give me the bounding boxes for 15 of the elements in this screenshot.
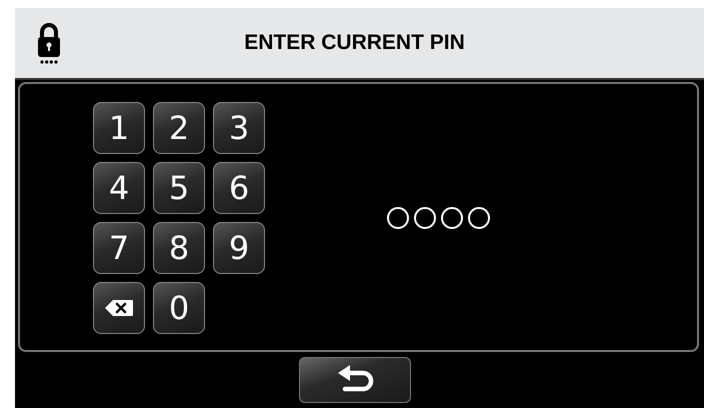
backspace-key[interactable]	[93, 282, 145, 334]
digit-key[interactable]: 7	[93, 222, 145, 274]
digit-key[interactable]: 5	[153, 162, 205, 214]
digit-key[interactable]: 1	[93, 102, 145, 154]
padlock-icon	[37, 21, 61, 65]
digit-key[interactable]: 6	[213, 162, 265, 214]
back-button[interactable]	[298, 357, 410, 403]
screen-title: ENTER CURRENT PIN	[243, 30, 466, 56]
backspace-icon	[104, 299, 134, 317]
digit-key[interactable]: 2	[153, 102, 205, 154]
digit-key[interactable]: 0	[153, 282, 205, 334]
digit-key[interactable]: 3	[213, 102, 265, 154]
digit-key[interactable]: 8	[153, 222, 205, 274]
digit-key[interactable]: 9	[213, 222, 265, 274]
digit-key[interactable]: 4	[93, 162, 145, 214]
